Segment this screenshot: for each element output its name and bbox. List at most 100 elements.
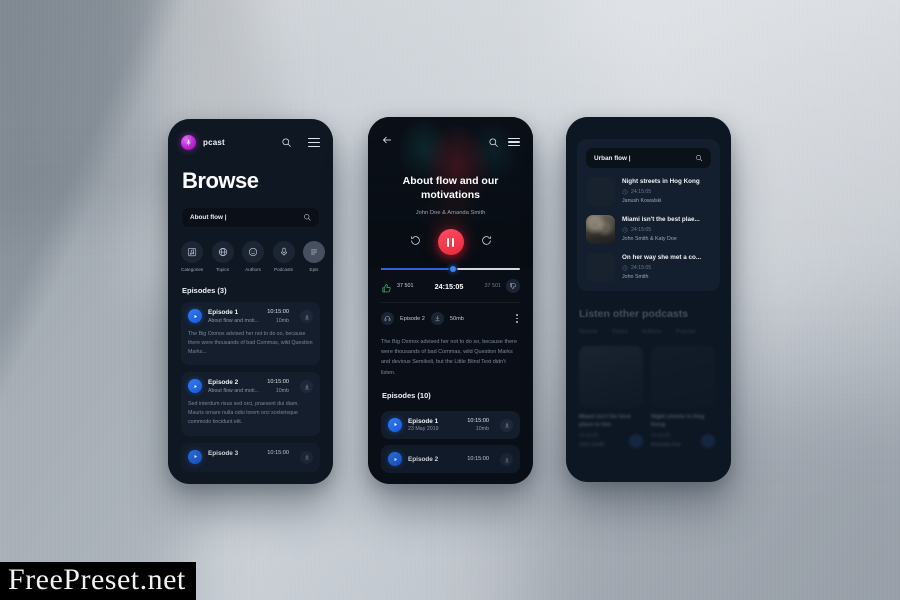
result-thumbnail	[586, 177, 615, 206]
podcast-card[interactable]: Miami isn't the best place to live 24:15…	[579, 346, 643, 448]
clock-icon	[622, 189, 628, 194]
progress-knob[interactable]	[450, 266, 457, 272]
hamburger-menu-icon[interactable]	[508, 137, 520, 147]
category-row[interactable]: Categories Topics Authors Podcasts Epis	[181, 241, 325, 272]
search-input[interactable]: Urban flow |	[586, 148, 711, 168]
play-icon[interactable]	[188, 379, 202, 394]
player-title: About flow and our motivations	[402, 175, 499, 202]
search-icon[interactable]	[488, 137, 499, 148]
player-body: 37 501 24:15:05 37 501 Episode 2 50mb Th…	[368, 259, 533, 474]
category-label: Epis	[309, 267, 319, 272]
result-thumbnail	[586, 215, 615, 244]
tab-popular[interactable]: Popular	[676, 329, 696, 335]
list-item[interactable]: Episode 1 About flow and moti... 10:15:0…	[181, 302, 320, 366]
list-item[interactable]: Episode 2 10:15:00	[381, 445, 520, 474]
podcast-card-footer: Amanda Doe	[651, 433, 715, 448]
list-item[interactable]: Episode 2 About flow and moti... 10:15:0…	[181, 372, 320, 436]
search-input[interactable]: About flow |	[181, 207, 320, 228]
back-arrow-icon[interactable]	[381, 133, 393, 151]
list-item[interactable]: Episode 1 23 May 2019 10:15:00 10mb	[381, 410, 520, 440]
headphones-icon[interactable]	[381, 312, 394, 325]
tab-recent[interactable]: Recent	[579, 329, 597, 335]
brand-name: pcast	[203, 138, 225, 147]
episode-date: 23 May 2019	[408, 426, 439, 433]
episode-title: Episode 2	[208, 379, 239, 387]
thumbs-up-icon[interactable]	[381, 281, 392, 292]
divider	[381, 302, 520, 303]
play-icon[interactable]	[188, 449, 202, 464]
episode-title: Episode 3	[208, 449, 239, 457]
download-icon[interactable]	[500, 418, 513, 432]
episode-size: 10mb	[475, 426, 489, 433]
search-icon[interactable]	[281, 137, 292, 148]
episode-row: Episode 1 About flow and moti... 10:15:0…	[188, 309, 313, 324]
browse-top-section: pcast Browse About flow | Categories Top…	[168, 119, 333, 472]
play-icon[interactable]	[188, 309, 202, 323]
list-item[interactable]: Miami isn't the best plae... 24:15:05 Jo…	[586, 215, 711, 244]
dislike-count: 37 501	[484, 283, 502, 289]
result-duration-row: 24:15:05	[622, 227, 711, 233]
play-icon[interactable]	[701, 433, 715, 448]
forward-15-icon[interactable]	[481, 233, 492, 251]
search-results-panel: Urban flow | Night streets in Hog Kong 2…	[577, 139, 720, 291]
result-title: Miami isn't the best plae...	[622, 216, 700, 223]
category-item-podcasts[interactable]: Podcasts	[272, 241, 295, 272]
episode-list: Episode 1 23 May 2019 10:15:00 10mb Epis…	[381, 410, 520, 474]
list-item[interactable]: On her way she met a co... 24:15:05 John…	[586, 253, 711, 282]
progress-slider[interactable]	[381, 266, 520, 272]
podcast-card-artwork	[651, 346, 715, 408]
download-icon[interactable]	[300, 450, 313, 464]
tab-topics[interactable]: Topics	[611, 329, 627, 335]
episode-title: Episode 2	[408, 455, 439, 463]
episode-duration: 10:15:00	[467, 456, 489, 463]
current-episode-label: Episode 2	[400, 315, 425, 322]
podcast-tabs[interactable]: Recent Topics Authors Popular	[579, 329, 718, 335]
phone-mockup-player: About flow and our motivations John Doe …	[368, 117, 533, 484]
hamburger-menu-icon[interactable]	[308, 138, 320, 147]
category-item-categories[interactable]: Categories	[181, 241, 203, 272]
episode-row: Episode 2 About flow and moti... 10:15:0…	[188, 379, 313, 394]
episode-meta: 10:15:00 10mb	[267, 309, 289, 324]
category-item-authors[interactable]: Authors	[242, 241, 264, 272]
search-icon[interactable]	[695, 154, 703, 162]
thumbs-down-icon[interactable]	[506, 279, 520, 293]
list-item[interactable]: Night streets in Hog Kong 24:15:05 Janus…	[586, 177, 711, 206]
music-note-icon	[181, 241, 203, 263]
result-author: John Smith & Katy Doe	[622, 236, 677, 242]
episode-description: The Big Oxmox advised her not to do so, …	[381, 339, 518, 376]
episode-duration: 10:15:00	[267, 309, 289, 315]
category-label: Categories	[181, 267, 204, 272]
like-group[interactable]: 37 501	[381, 281, 414, 292]
category-label: Topics	[215, 267, 230, 272]
kebab-menu-icon[interactable]	[514, 312, 520, 324]
download-icon[interactable]	[430, 312, 444, 325]
result-text: Night streets in Hog Kong 24:15:05 Janus…	[622, 177, 711, 206]
pause-button[interactable]	[437, 229, 464, 256]
category-item-episodes[interactable]: Epis	[303, 241, 325, 272]
play-icon[interactable]	[629, 433, 643, 448]
dislike-group[interactable]: 37 501	[484, 279, 520, 293]
podcast-card-row: Miami isn't the best place to live 24:15…	[579, 346, 718, 448]
podcast-card[interactable]: Night streets in Hog Kong 24:15:05 Amand…	[651, 346, 715, 448]
play-icon[interactable]	[388, 452, 402, 467]
search-input-value: Urban flow |	[594, 154, 631, 162]
episode-row: Episode 3 10:15:00	[188, 449, 313, 464]
search-icon[interactable]	[303, 213, 312, 222]
rewind-15-icon[interactable]	[410, 233, 421, 251]
player-stats: 37 501 24:15:05 37 501	[381, 279, 520, 293]
download-icon[interactable]	[500, 453, 513, 467]
list-item[interactable]: Episode 3 10:15:00	[181, 442, 320, 472]
play-icon[interactable]	[388, 417, 402, 432]
episode-title: Episode 1	[208, 309, 239, 316]
tab-authors[interactable]: Authors	[642, 329, 662, 335]
result-text: On her way she met a co... 24:15:05 John…	[622, 253, 711, 282]
player-artwork: About flow and our motivations John Doe …	[368, 117, 533, 267]
watermark-text: FreePreset.net	[8, 563, 186, 596]
download-icon[interactable]	[300, 380, 313, 394]
download-icon[interactable]	[300, 310, 313, 323]
result-author: Janush Kowalski	[622, 198, 662, 204]
category-item-topics[interactable]: Topics	[211, 241, 234, 272]
podcast-card-footer: John Smith	[579, 433, 643, 448]
pcast-logo-icon[interactable]	[181, 135, 196, 150]
dimmed-background-content: Listen other podcasts Recent Topics Auth…	[566, 308, 731, 448]
